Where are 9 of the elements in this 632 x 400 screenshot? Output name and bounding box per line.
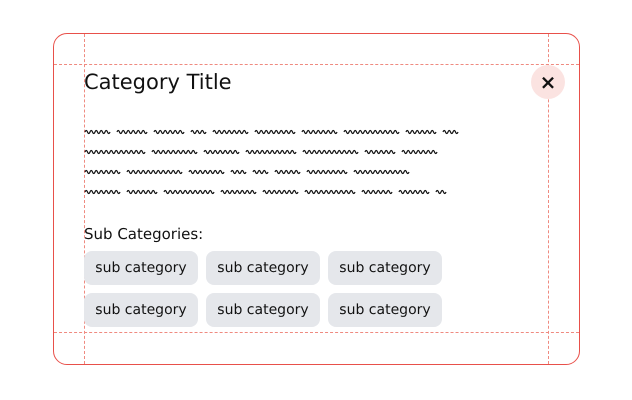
subcategory-chip[interactable]: sub category [328,251,442,285]
dialog-title: Category Title [84,70,232,94]
subcategory-chip[interactable]: sub category [206,293,320,327]
subcategory-chip[interactable]: sub category [206,251,320,285]
subcategory-chip[interactable]: sub category [84,293,198,327]
subcategories-label: Sub Categories: [84,225,204,243]
close-button[interactable]: × [531,65,565,99]
subcategory-chip[interactable]: sub category [328,293,442,327]
subcategory-chip[interactable]: sub category [84,251,198,285]
